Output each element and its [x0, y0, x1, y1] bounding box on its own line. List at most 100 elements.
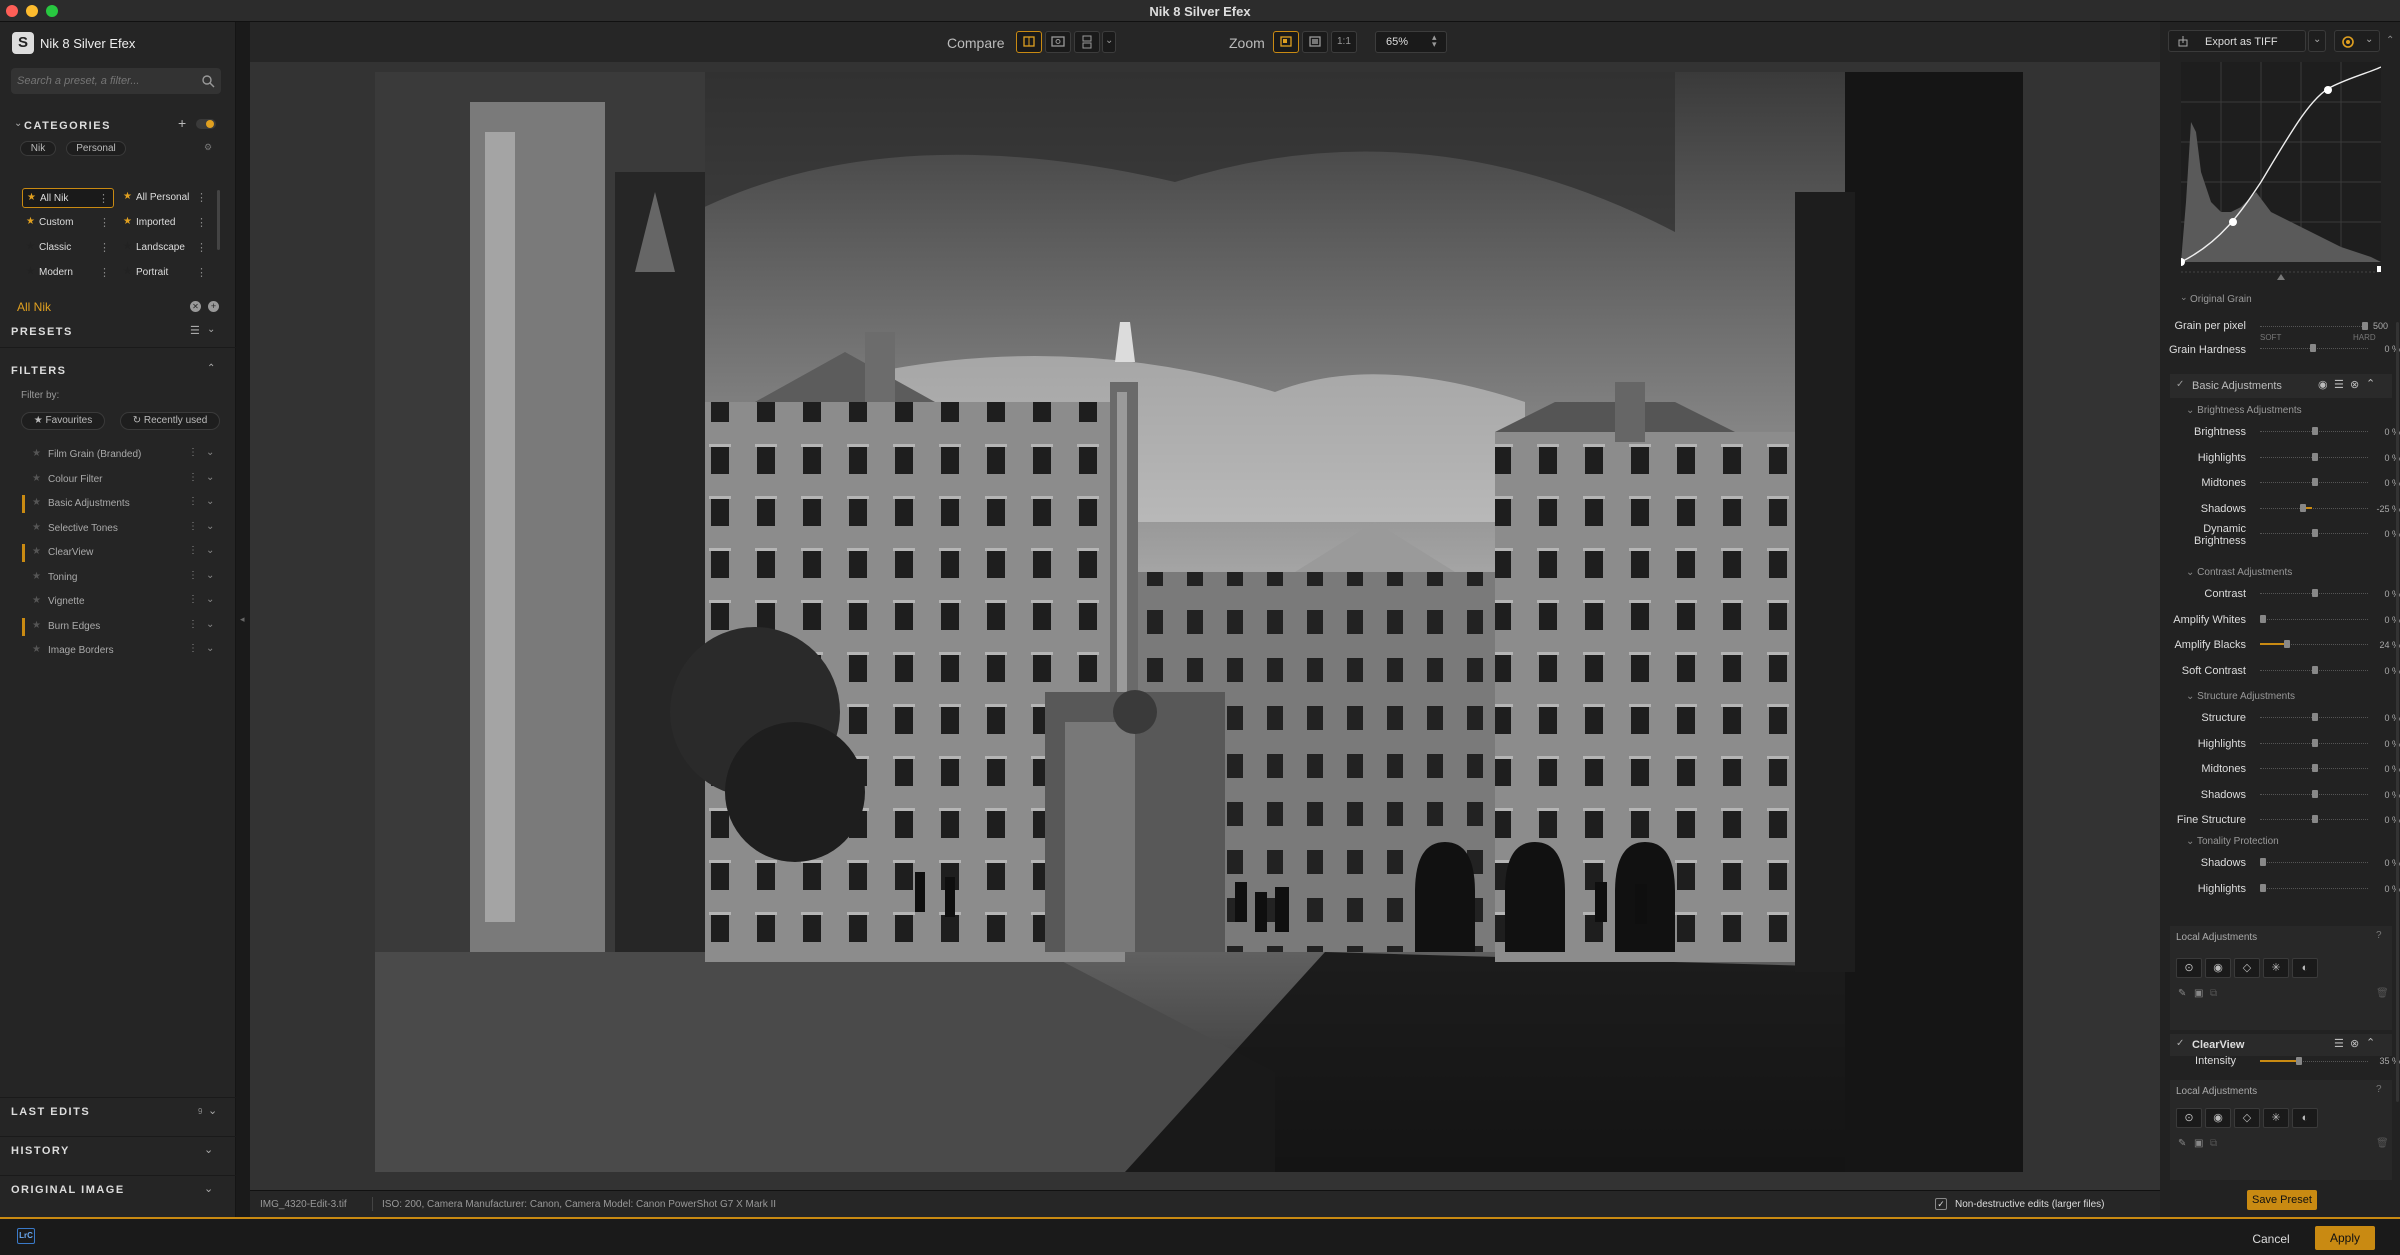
categories-collapse-icon[interactable]: ⌄ [14, 118, 22, 129]
brush-icon[interactable]: ✎ [2178, 1138, 2186, 1149]
original-image-chevron-icon[interactable]: ⌄ [204, 1182, 213, 1195]
star-icon[interactable]: ★ [32, 448, 41, 459]
more-icon[interactable]: ⋮ [196, 191, 207, 204]
tag-icon[interactable]: ◇ [2234, 1108, 2260, 1128]
curve-point[interactable] [2324, 86, 2332, 94]
more-icon[interactable]: ⋮ [188, 594, 198, 605]
control-point-icon[interactable]: ⊙ [2176, 958, 2202, 978]
more-icon[interactable]: ⋮ [99, 216, 110, 229]
structure-highlights-slider[interactable] [2260, 738, 2368, 749]
filter-item-clearview[interactable]: ★ ClearView ⋮ ⌄ [22, 541, 222, 565]
category-imported[interactable]: ★ Imported ⋮ [119, 213, 211, 233]
compare-stacked-button[interactable] [1074, 31, 1100, 53]
contrast-soft-contrast-slider[interactable] [2260, 665, 2368, 676]
filter-item-film-grain-branded[interactable]: ★ Film Grain (Branded) ⋮ ⌄ [22, 443, 222, 467]
star-icon[interactable]: ★ [123, 266, 132, 277]
search-box[interactable] [11, 68, 221, 94]
category-portrait[interactable]: ★ Portrait ⋮ [119, 263, 211, 283]
reset-icon[interactable]: ⊗ [2350, 378, 2359, 391]
zoom-fill-button[interactable] [1302, 31, 1328, 53]
more-icon[interactable]: ⋮ [196, 241, 207, 254]
brightness-midtones-slider[interactable] [2260, 478, 2368, 488]
tag-icon[interactable]: ◇ [2234, 958, 2260, 978]
chevron-down-icon[interactable]: ⌄ [206, 521, 214, 532]
add-category-icon[interactable]: + [178, 115, 186, 131]
nondestructive-checkbox[interactable]: ✓ [1935, 1198, 1947, 1210]
original-image-section[interactable]: ORIGINAL IMAGE ⌄ [0, 1175, 236, 1201]
mask-icon[interactable]: ▣ [2194, 988, 2203, 999]
compare-dropdown-icon[interactable]: ⌄ [1102, 31, 1116, 53]
presets-list-icon[interactable]: ☰ [190, 324, 200, 337]
add-category-item-icon[interactable]: + [208, 301, 219, 312]
more-icon[interactable]: ⋮ [188, 472, 198, 483]
compare-side-by-side-button[interactable] [1045, 31, 1071, 53]
filter-item-colour-filter[interactable]: ★ Colour Filter ⋮ ⌄ [22, 468, 222, 492]
filter-item-burn-edges[interactable]: ★ Burn Edges ⋮ ⌄ [22, 615, 222, 639]
contrast-section-title[interactable]: ⌄ Contrast Adjustments [2186, 567, 2292, 578]
category-all-nik[interactable]: ★ All Nik ⋮ [22, 188, 114, 208]
category-classic[interactable]: ★ Classic ⋮ [22, 238, 114, 258]
more-icon[interactable]: ⋮ [188, 619, 198, 630]
chip-favourites[interactable]: ★ Favourites [21, 412, 105, 430]
star-icon[interactable]: ★ [27, 192, 36, 203]
chevron-down-icon[interactable]: ⌄ [206, 619, 214, 630]
grain-hardness-slider[interactable] [2260, 344, 2368, 354]
category-landscape[interactable]: ★ Landscape ⋮ [119, 238, 211, 258]
zoom-level-select[interactable]: 65% ▴ ▾ [1375, 31, 1447, 53]
categories-settings-icon[interactable]: ⚙ [204, 142, 212, 153]
copy-icon[interactable]: ⧉ [2210, 988, 2217, 999]
brightness-brightness-slider[interactable] [2260, 427, 2368, 437]
trash-icon[interactable]: 🗑 [2376, 1138, 2389, 1149]
luminance-icon[interactable]: ◐ [2292, 958, 2318, 978]
filter-item-vignette[interactable]: ★ Vignette ⋮ ⌄ [22, 590, 222, 614]
category-custom[interactable]: ★ Custom ⋮ [22, 213, 114, 233]
radial-icon[interactable]: ◉ [2205, 958, 2231, 978]
help-icon[interactable]: ? [2376, 1084, 2382, 1095]
more-icon[interactable]: ⋮ [188, 545, 198, 556]
more-icon[interactable]: ⋮ [188, 521, 198, 532]
basic-enable-checkbox[interactable]: ✓ [2176, 379, 2184, 390]
basic-adjustments-header[interactable]: ✓ Basic Adjustments ◉ ☰ ⊗ ⌃ [2170, 374, 2392, 398]
tonality-highlights-slider[interactable] [2260, 883, 2368, 894]
star-icon[interactable]: ★ [32, 644, 41, 655]
save-preset-button[interactable]: Save Preset [2247, 1190, 2317, 1210]
structure-section-title[interactable]: ⌄ Structure Adjustments [2186, 691, 2295, 702]
control-point-icon[interactable]: ⊙ [2176, 1108, 2202, 1128]
star-icon[interactable]: ★ [26, 241, 35, 252]
last-edits-chevron-icon[interactable]: ⌄ [208, 1104, 217, 1117]
tab-personal[interactable]: Personal [66, 141, 126, 156]
star-icon[interactable]: ★ [32, 595, 41, 606]
star-icon[interactable]: ★ [32, 571, 41, 582]
trash-icon[interactable]: 🗑 [2376, 988, 2389, 999]
more-icon[interactable]: ⋮ [196, 216, 207, 229]
brightness-dynamic-brightness-slider[interactable] [2260, 529, 2368, 539]
more-icon[interactable]: ⋮ [188, 496, 198, 507]
export-button[interactable]: Export as TIFF [2168, 30, 2306, 52]
star-icon[interactable]: ★ [26, 266, 35, 277]
filter-item-toning[interactable]: ★ Toning ⋮ ⌄ [22, 566, 222, 590]
tab-nik[interactable]: Nik [20, 141, 56, 156]
star-icon[interactable]: ★ [32, 546, 41, 557]
contrast-amplify-whites-slider[interactable] [2260, 614, 2368, 625]
brightness-shadows-slider[interactable] [2260, 503, 2368, 514]
sparkle-icon[interactable]: ✳ [2263, 1108, 2289, 1128]
chevron-down-icon[interactable]: ⌄ [206, 545, 214, 556]
collapse-icon[interactable]: ⌃ [2366, 1036, 2375, 1049]
clearview-header[interactable]: ✓ ClearView ☰ ⊗ ⌃ [2170, 1034, 2392, 1056]
brightness-highlights-slider[interactable] [2260, 452, 2368, 463]
sparkle-icon[interactable]: ✳ [2263, 958, 2289, 978]
mask-icon[interactable]: ▣ [2194, 1138, 2203, 1149]
zoom-fit-button[interactable] [1273, 31, 1299, 53]
luminance-icon[interactable]: ◐ [2292, 1108, 2318, 1128]
chevron-down-icon[interactable]: ⌄ [206, 496, 214, 507]
filter-item-image-borders[interactable]: ★ Image Borders ⋮ ⌄ [22, 639, 222, 663]
remove-category-icon[interactable]: ✕ [190, 301, 201, 312]
presets-chevron-icon[interactable]: ⌄ [207, 324, 215, 335]
contrast-contrast-slider[interactable] [2260, 589, 2368, 599]
search-input[interactable] [17, 73, 197, 89]
chevron-down-icon[interactable]: ⌄ [206, 643, 214, 654]
star-icon[interactable]: ★ [123, 216, 132, 227]
collapse-icon[interactable]: ⌃ [2366, 377, 2375, 390]
star-icon[interactable]: ★ [32, 473, 41, 484]
star-icon[interactable]: ★ [26, 216, 35, 227]
